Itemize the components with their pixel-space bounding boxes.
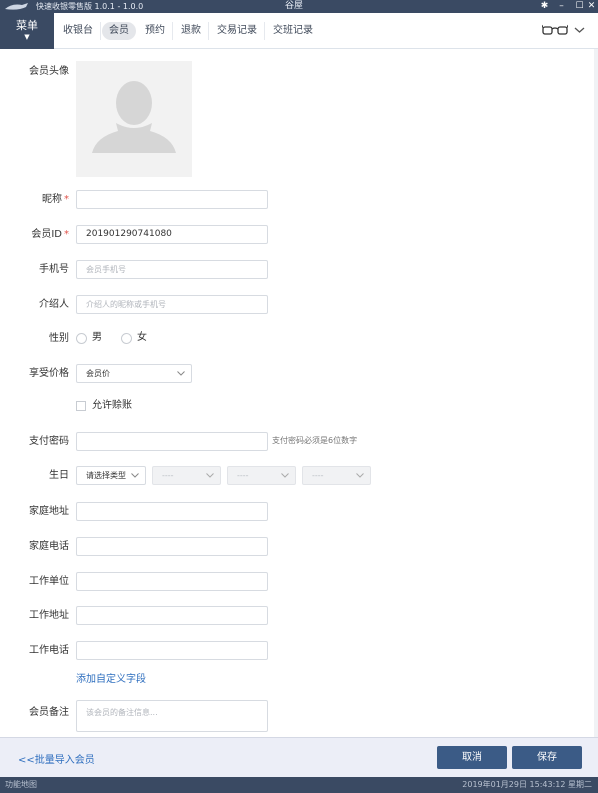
nav-tabs: 收银台 会员 预约 退款 交易记录 交班记录 <box>56 22 321 40</box>
title-bar: 快速收银零售版 1.0.1 - 1.0.0 谷屋 ✱ – ☐ ✕ <box>0 0 598 13</box>
allow-credit-checkbox[interactable] <box>76 401 86 411</box>
referrer-input[interactable]: 介绍人的昵称或手机号 <box>76 295 268 314</box>
nickname-input[interactable] <box>76 190 268 209</box>
settings-gear-icon[interactable]: ✱ <box>539 1 550 12</box>
gender-label: 性别 <box>49 333 69 344</box>
price-select-value: 会员价 <box>86 369 110 378</box>
chevron-down-icon <box>356 473 364 478</box>
remark-textarea[interactable]: 该会员的备注信息... <box>76 700 268 732</box>
form-footer: <<批量导入会员 取消 保存 <box>0 737 598 777</box>
birthday-day-value: ---- <box>312 471 324 480</box>
birthday-type-value: 请选择类型 <box>86 471 126 480</box>
tab-appointment[interactable]: 预约 <box>138 22 173 40</box>
tab-refund[interactable]: 退款 <box>174 22 209 40</box>
birthday-month-select[interactable]: ---- <box>227 466 296 485</box>
top-nav: 菜单 ▼ 收银台 会员 预约 退款 交易记录 交班记录 <box>0 13 598 49</box>
menu-button[interactable]: 菜单 ▼ <box>0 13 54 49</box>
cancel-button[interactable]: 取消 <box>437 746 507 769</box>
pay-password-input[interactable] <box>76 432 268 451</box>
pay-password-hint: 支付密码必须是6位数字 <box>272 436 358 445</box>
remark-label: 会员备注 <box>29 707 69 718</box>
price-select[interactable]: 会员价 <box>76 364 192 383</box>
avatar-label: 会员头像 <box>29 66 69 77</box>
work-unit-input[interactable] <box>76 572 268 591</box>
status-bar: 功能地图 2019年01月29日 15:43:12 星期二 <box>0 777 598 793</box>
home-phone-input[interactable] <box>76 537 268 556</box>
work-phone-label: 工作电话 <box>29 645 69 656</box>
birthday-year-value: ---- <box>162 471 174 480</box>
glasses-icon[interactable] <box>542 23 568 37</box>
member-id-label: 会员ID * <box>31 229 69 240</box>
work-unit-label: 工作单位 <box>29 576 69 587</box>
work-address-input[interactable] <box>76 606 268 625</box>
vertical-scrollbar[interactable] <box>594 49 598 737</box>
home-address-input[interactable] <box>76 502 268 521</box>
phone-label: 手机号 <box>39 264 69 275</box>
chevron-down-icon <box>206 473 214 478</box>
birthday-year-select[interactable]: ---- <box>152 466 221 485</box>
minimize-icon[interactable]: – <box>556 1 567 12</box>
batch-import-link[interactable]: <<批量导入会员 <box>18 751 95 766</box>
app-name: 快速收银零售版 1.0.1 - 1.0.0 <box>36 2 144 11</box>
birthday-day-select[interactable]: ---- <box>302 466 371 485</box>
tab-shift-records[interactable]: 交班记录 <box>266 22 320 40</box>
caret-down-icon: ▼ <box>24 33 30 41</box>
nickname-label: 昵称 * <box>42 194 69 205</box>
window-title: 谷屋 <box>285 1 304 11</box>
function-map-link[interactable]: 功能地图 <box>5 777 37 793</box>
gender-male-radio[interactable] <box>76 333 87 344</box>
chevron-down-icon[interactable] <box>574 26 585 34</box>
save-button[interactable]: 保存 <box>512 746 582 769</box>
app-logo-icon <box>5 3 28 10</box>
chevron-down-icon <box>177 371 185 376</box>
work-address-label: 工作地址 <box>29 610 69 621</box>
menu-label: 菜单 <box>16 19 38 32</box>
home-phone-label: 家庭电话 <box>29 541 69 552</box>
user-silhouette-icon <box>92 81 176 153</box>
gender-female-label: 女 <box>137 332 147 343</box>
chevron-down-icon <box>131 473 139 478</box>
chevron-down-icon <box>281 473 289 478</box>
phone-input[interactable]: 会员手机号 <box>76 260 268 279</box>
gender-male-label: 男 <box>92 332 102 343</box>
price-label: 享受价格 <box>29 368 69 379</box>
birthday-type-select[interactable]: 请选择类型 <box>76 466 146 485</box>
birthday-label: 生日 <box>49 470 69 481</box>
tab-transactions[interactable]: 交易记录 <box>210 22 265 40</box>
avatar[interactable] <box>76 61 192 177</box>
allow-credit-label: 允许赊账 <box>92 400 132 411</box>
birthday-month-value: ---- <box>237 471 249 480</box>
tab-member[interactable]: 会员 <box>102 22 136 40</box>
referrer-label: 介绍人 <box>39 299 69 310</box>
home-address-label: 家庭地址 <box>29 506 69 517</box>
work-phone-input[interactable] <box>76 641 268 660</box>
close-icon[interactable]: ✕ <box>586 1 597 12</box>
maximize-icon[interactable]: ☐ <box>574 1 585 12</box>
gender-female-radio[interactable] <box>121 333 132 344</box>
add-custom-field-link[interactable]: 添加自定义字段 <box>76 673 146 687</box>
member-id-input[interactable]: 201901290741080 <box>76 225 268 244</box>
tab-cashier[interactable]: 收银台 <box>56 22 101 40</box>
pay-password-label: 支付密码 <box>29 436 69 447</box>
status-datetime: 2019年01月29日 15:43:12 星期二 <box>462 780 592 789</box>
